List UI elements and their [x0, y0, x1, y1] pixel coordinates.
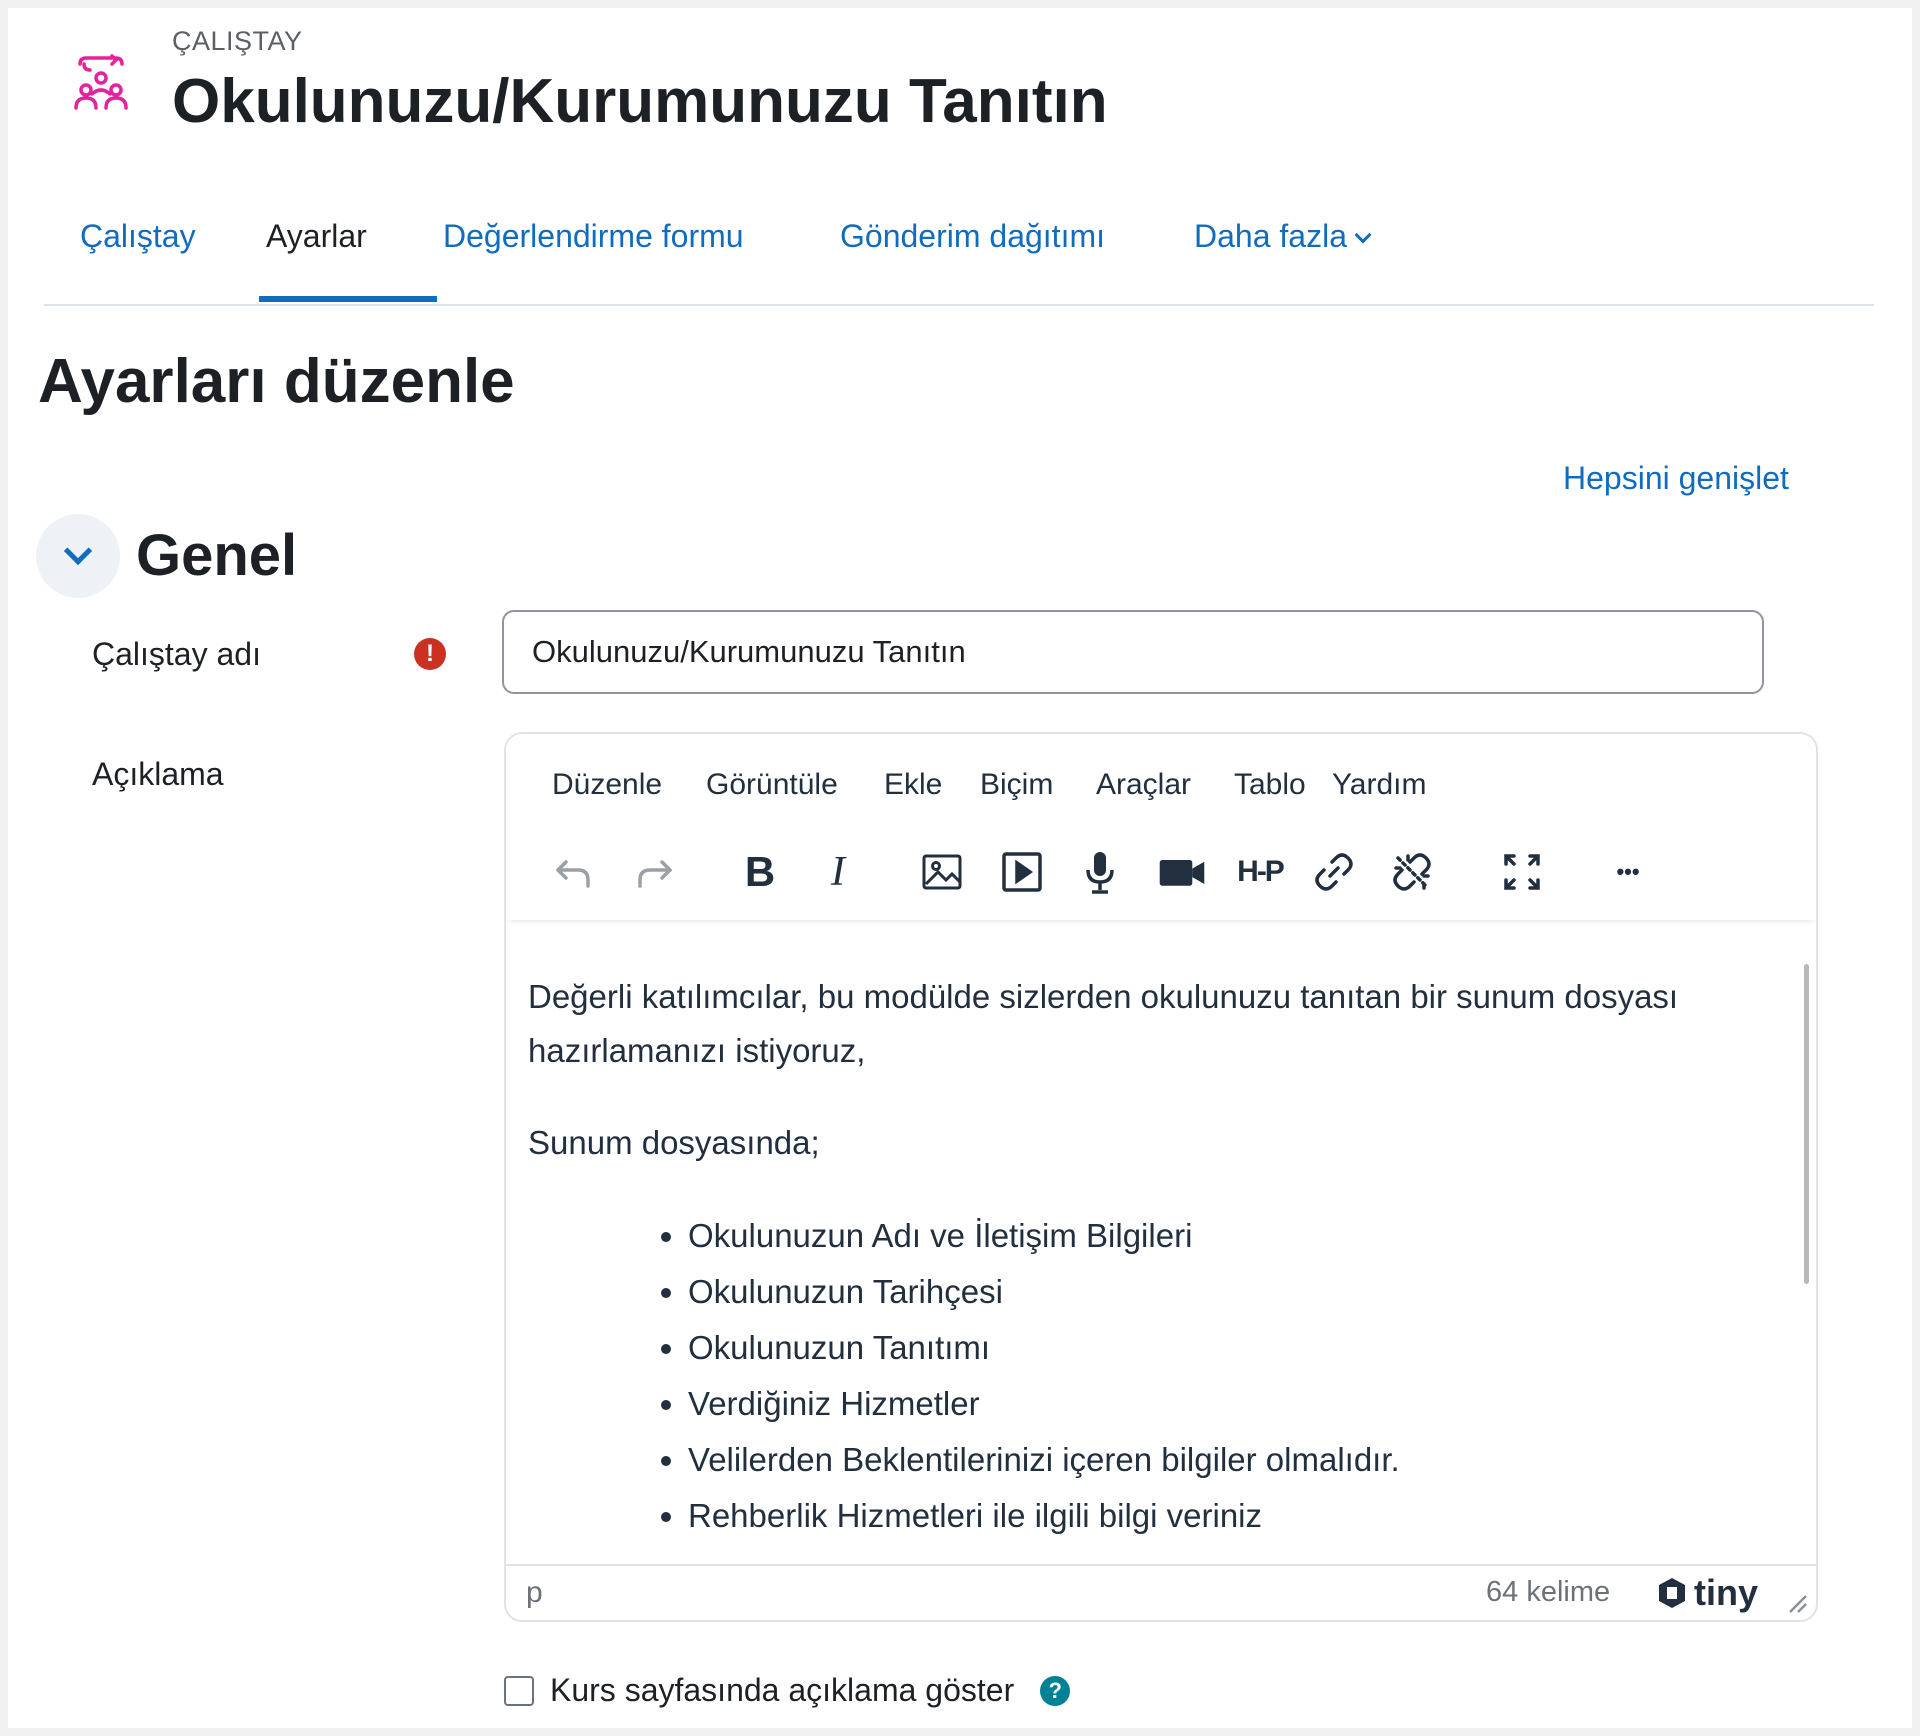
menu-duzenle[interactable]: Düzenle — [552, 768, 662, 802]
more-icon[interactable]: ••• — [1596, 840, 1660, 904]
show-description-checkbox[interactable] — [504, 1675, 534, 1706]
tiny-brand-text: tiny — [1694, 1572, 1759, 1613]
bold-icon[interactable]: B — [728, 840, 792, 904]
link-icon[interactable] — [1302, 840, 1366, 904]
chevron-down-icon — [63, 536, 93, 566]
list-item: Okulunuzun Adı ve İletişim Bilgileri — [688, 1208, 1788, 1264]
chevron-down-icon — [1354, 226, 1372, 244]
list-item: Okulunuzun Tarihçesi — [688, 1264, 1788, 1320]
section-title: Genel — [136, 523, 298, 588]
tab-degerlendirme-formu[interactable]: Değerlendirme formu — [443, 218, 744, 255]
unlink-icon[interactable] — [1380, 840, 1444, 904]
secondary-navigation: Çalıştay Ayarlar Değerlendirme formu Gön… — [44, 188, 1874, 306]
resize-handle-icon[interactable] — [1786, 1592, 1808, 1614]
activity-type-label: ÇALIŞTAY — [172, 26, 303, 56]
redo-icon[interactable] — [622, 840, 686, 904]
activity-title: Okulunuzu/Kurumunuzu Tanıtın — [172, 67, 1108, 136]
show-description-row: Kurs sayfasında açıklama göster ? — [504, 1672, 1071, 1709]
italic-label: I — [831, 849, 845, 895]
tiny-logo[interactable]: tiny — [1656, 1572, 1758, 1614]
image-icon[interactable] — [910, 840, 974, 904]
microphone-icon[interactable] — [1068, 840, 1132, 904]
tab-more-menu[interactable]: Daha fazla — [1194, 218, 1372, 255]
editor-menubar: Düzenle Görüntüle Ekle Biçim Araçlar Tab… — [506, 734, 1816, 820]
word-count[interactable]: 64 kelime — [1486, 1576, 1610, 1609]
tab-calistay[interactable]: Çalıştay — [80, 218, 196, 255]
menu-bicim[interactable]: Biçim — [980, 768, 1053, 802]
bold-label: B — [744, 848, 776, 895]
expand-all-link[interactable]: Hepsini genişlet — [1563, 460, 1789, 497]
required-icon: ! — [414, 638, 446, 670]
video-camera-icon[interactable] — [1146, 840, 1218, 904]
name-input[interactable] — [502, 610, 1764, 694]
media-icon[interactable] — [990, 840, 1054, 904]
description-field-label: Açıklama — [92, 756, 224, 792]
more-label: ••• — [1616, 859, 1640, 884]
name-field-label: Çalıştay adı — [92, 636, 261, 672]
content-paragraph: Sunum dosyasında; — [528, 1124, 820, 1161]
fullscreen-icon[interactable] — [1490, 840, 1554, 904]
help-icon[interactable]: ? — [1040, 1675, 1071, 1706]
active-tab-indicator — [259, 296, 437, 302]
show-description-label[interactable]: Kurs sayfasında açıklama göster — [550, 1672, 1014, 1709]
element-path[interactable]: p — [526, 1576, 543, 1610]
content-paragraph: Değerli katılımcılar, bu modülde sizlerd… — [528, 978, 1679, 1069]
content-list: Okulunuzun Adı ve İletişim Bilgileri Oku… — [688, 1208, 1788, 1544]
list-item: Verdiğiniz Hizmetler — [688, 1376, 1788, 1432]
tiny-logo-icon — [1659, 1578, 1685, 1608]
editor-toolbar: B I H-P ••• — [506, 830, 1816, 920]
menu-ekle[interactable]: Ekle — [884, 768, 942, 802]
list-item: Rehberlik Hizmetleri ile ilgili bilgi ve… — [688, 1488, 1788, 1544]
workshop-icon — [66, 50, 136, 120]
italic-icon[interactable]: I — [806, 840, 870, 904]
menu-goruntule[interactable]: Görüntüle — [706, 768, 838, 802]
tab-ayarlar[interactable]: Ayarlar — [266, 218, 367, 255]
page: ÇALIŞTAY Okulunuzu/Kurumunuzu Tanıtın Ça… — [8, 8, 1912, 1728]
editor-content[interactable]: Değerli katılımcılar, bu modülde sizlerd… — [528, 970, 1788, 1544]
tab-more-label: Daha fazla — [1194, 218, 1347, 254]
h5p-icon[interactable]: H-P — [1228, 840, 1292, 904]
undo-icon[interactable] — [542, 840, 606, 904]
menu-yardim[interactable]: Yardım — [1332, 768, 1426, 802]
list-item: Velilerden Beklentilerinizi içeren bilgi… — [688, 1432, 1788, 1488]
editor-statusbar: p 64 kelime tiny — [506, 1564, 1816, 1620]
rich-text-editor: Düzenle Görüntüle Ekle Biçim Araçlar Tab… — [504, 732, 1818, 1622]
menu-tablo[interactable]: Tablo — [1234, 768, 1306, 802]
h5p-label: H-P — [1237, 855, 1285, 888]
list-item: Okulunuzun Tanıtımı — [688, 1320, 1788, 1376]
menu-araclar[interactable]: Araçlar — [1096, 768, 1191, 802]
tab-gonderim-dagitimi[interactable]: Gönderim dağıtımı — [840, 218, 1105, 255]
section-collapse-toggle[interactable] — [36, 514, 120, 598]
editor-scrollbar[interactable] — [1804, 964, 1809, 1284]
page-heading: Ayarları düzenle — [38, 347, 515, 416]
